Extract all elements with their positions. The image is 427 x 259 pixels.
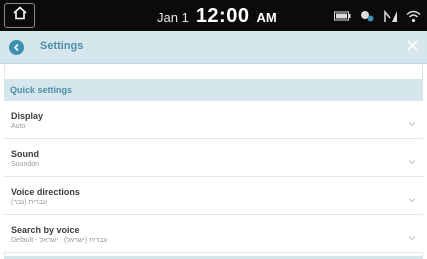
chevron-down-icon	[408, 115, 416, 127]
setting-label: Voice directions	[11, 187, 80, 197]
setting-label: Display	[11, 111, 44, 121]
back-button[interactable]	[9, 40, 24, 55]
home-button[interactable]	[4, 3, 35, 28]
back-icon	[12, 39, 21, 57]
battery-icon	[334, 11, 351, 21]
home-icon	[12, 6, 28, 25]
setting-item-sound[interactable]: Sound Soundon	[4, 139, 423, 177]
wifi-icon	[406, 10, 421, 23]
title-bar: Settings	[0, 31, 427, 64]
status-icons	[334, 8, 421, 24]
status-bar: Jan 1 12:00 AM	[0, 0, 427, 31]
section-header-quick-settings: Quick settings	[4, 79, 423, 101]
setting-value: Soundon	[11, 161, 40, 168]
setting-item-display[interactable]: Display Auto	[4, 101, 423, 139]
close-button[interactable]	[404, 39, 420, 55]
chevron-down-icon	[408, 153, 416, 165]
signal-icon	[383, 9, 398, 23]
setting-value: עברית (גבר)	[11, 199, 48, 206]
setting-item-search-by-voice[interactable]: Search by voice Default - עברית (ישראל) …	[4, 215, 423, 253]
date-time: Jan 1 12:00 AM	[157, 5, 277, 27]
close-icon	[406, 38, 418, 56]
setting-label: Sound	[11, 149, 39, 159]
setting-value: Default - עברית (ישראל) . ישראל	[11, 237, 108, 244]
date-text: Jan 1	[157, 10, 189, 25]
page-title: Settings	[40, 40, 84, 52]
chevron-down-icon	[408, 191, 416, 203]
setting-value: Auto	[11, 123, 26, 130]
time-text: 12:00	[195, 5, 250, 27]
setting-label: Search by voice	[11, 225, 80, 235]
gps-icon	[359, 9, 375, 23]
ampm-text: AM	[256, 10, 277, 25]
chevron-down-icon	[408, 229, 416, 241]
setting-item-voice-directions[interactable]: Voice directions עברית (גבר)	[4, 177, 423, 215]
